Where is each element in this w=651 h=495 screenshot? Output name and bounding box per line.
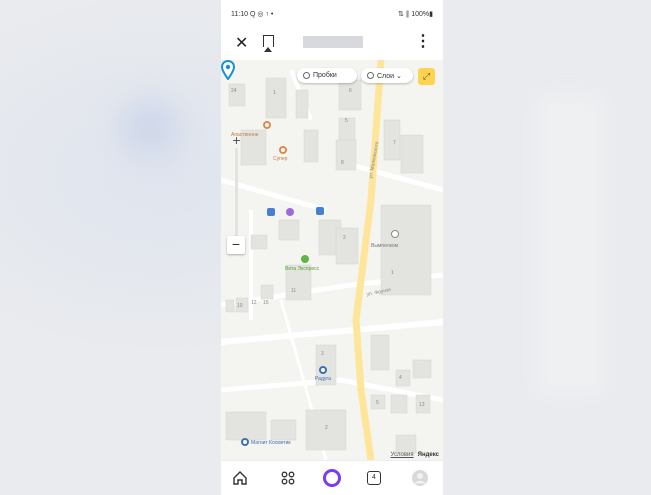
house-number: 11 bbox=[291, 288, 297, 294]
close-icon[interactable]: ✕ bbox=[235, 33, 248, 53]
apps-grid-icon[interactable] bbox=[277, 467, 299, 489]
backdrop-blob bbox=[120, 100, 180, 155]
house-number: 7 bbox=[393, 140, 396, 146]
map-canvas bbox=[221, 60, 443, 460]
poi-icon[interactable] bbox=[263, 121, 271, 129]
traffic-icon bbox=[303, 72, 310, 79]
home-icon[interactable] bbox=[229, 467, 251, 489]
layers-button[interactable]: Слои ⌄ bbox=[361, 68, 413, 83]
bookmark-icon[interactable] bbox=[263, 35, 274, 52]
yandex-logo[interactable]: Яндекс bbox=[418, 452, 439, 458]
url-redacted[interactable] bbox=[303, 36, 363, 48]
pharmacy-label: Вита Экспресс bbox=[285, 266, 320, 272]
traffic-button[interactable]: Пробки bbox=[297, 68, 357, 83]
house-number: 5 bbox=[345, 118, 348, 124]
zoom-out-button[interactable]: − bbox=[227, 236, 245, 254]
bus-stop-icon[interactable] bbox=[267, 208, 275, 216]
map-credit: Условия Яндекс bbox=[391, 452, 439, 458]
bus-stop-icon[interactable] bbox=[316, 207, 324, 215]
layers-label: Слои ⌄ bbox=[377, 72, 402, 80]
pharmacy-icon[interactable] bbox=[301, 255, 309, 263]
expand-icon[interactable]: ⤢ bbox=[418, 68, 435, 85]
tabs-icon[interactable]: 4 bbox=[363, 467, 385, 489]
house-number: 10 bbox=[237, 303, 243, 309]
status-indicators: ⇅ ∥ 100%▮ bbox=[397, 11, 433, 18]
poi-icon[interactable] bbox=[286, 208, 294, 216]
backdrop-blob bbox=[535, 95, 605, 395]
house-number: 8 bbox=[341, 160, 344, 166]
layers-icon bbox=[367, 72, 374, 79]
profile-icon[interactable] bbox=[409, 467, 431, 489]
shop-icon[interactable] bbox=[241, 438, 249, 446]
house-number: 1 bbox=[273, 90, 276, 96]
status-bar: 11:10 Q ◎ ↑ • ⇅ ∥ 100%▮ bbox=[221, 0, 443, 26]
traffic-label: Пробки bbox=[313, 72, 337, 79]
house-number: 15 bbox=[263, 300, 269, 306]
house-number: 6 bbox=[349, 88, 352, 94]
status-time: 11:10 Q ◎ ↑ • bbox=[231, 11, 274, 18]
house-number: 5 bbox=[376, 400, 379, 406]
house-number: 24 bbox=[231, 88, 237, 94]
poi-label: Супер bbox=[273, 156, 288, 162]
menu-icon[interactable]: ⋮ bbox=[415, 31, 431, 51]
house-number: 2 bbox=[325, 425, 328, 431]
phone-screen: 11:10 Q ◎ ↑ • ⇅ ∥ 100%▮ ✕ ⋮ 24 1 6 5 8 7… bbox=[221, 0, 443, 495]
tabs-count: 4 bbox=[367, 471, 381, 485]
house-number: 4 bbox=[399, 375, 402, 381]
poi-icon[interactable] bbox=[391, 230, 399, 238]
poi-label: Радуга bbox=[315, 376, 331, 382]
house-number: 13 bbox=[419, 402, 425, 408]
alice-icon[interactable] bbox=[321, 467, 343, 489]
house-number: 1 bbox=[391, 270, 394, 276]
poi-label: Вымпелком bbox=[371, 243, 399, 249]
house-number: 12 bbox=[251, 300, 257, 306]
browser-toolbar: ✕ ⋮ bbox=[221, 26, 443, 60]
bottom-navigation: 4 bbox=[221, 460, 443, 495]
shop-label: Магнит Косметик bbox=[251, 440, 291, 446]
house-number: 2 bbox=[343, 235, 346, 241]
terms-link[interactable]: Условия bbox=[391, 452, 414, 458]
zoom-track[interactable] bbox=[235, 148, 238, 248]
poi-icon[interactable] bbox=[319, 366, 327, 374]
poi-label: Апастиноне bbox=[231, 132, 259, 138]
map-view[interactable]: 24 1 6 5 8 7 2 1 11 12 10 15 3 4 5 13 2 … bbox=[221, 60, 443, 460]
poi-icon[interactable] bbox=[279, 146, 287, 154]
location-pin-icon[interactable] bbox=[221, 60, 235, 80]
house-number: 3 bbox=[321, 351, 324, 357]
